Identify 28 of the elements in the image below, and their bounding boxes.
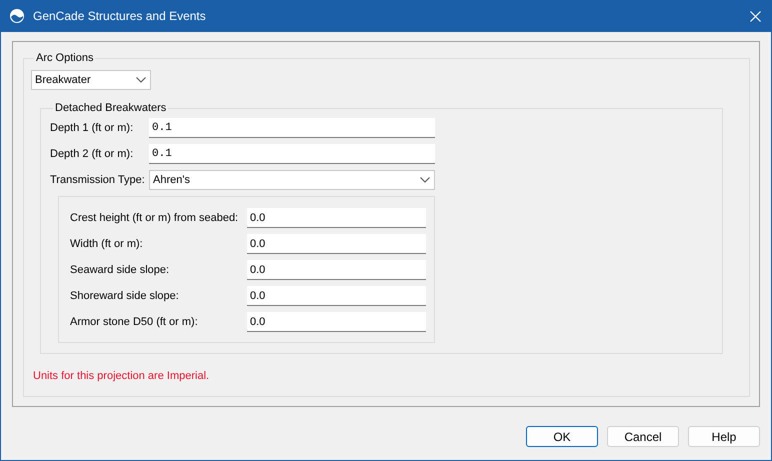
- input-field[interactable]: 0.0: [247, 312, 426, 332]
- input-field[interactable]: 0.0: [247, 260, 426, 280]
- input-field[interactable]: 0.0: [247, 286, 426, 306]
- close-icon[interactable]: [750, 10, 761, 22]
- field-label: Crest height (ft or m) from seabed:: [70, 212, 240, 224]
- field-label: Depth 1 (ft or m):: [50, 122, 134, 134]
- chevron-down-icon: [420, 177, 430, 183]
- input-field[interactable]: 0.1: [149, 144, 435, 164]
- group-title: Detached Breakwaters: [54, 102, 168, 114]
- input-field[interactable]: 0.0: [247, 208, 426, 228]
- field-label: Armor stone D50 (ft or m):: [70, 316, 199, 328]
- field-label: Shoreward side slope:: [70, 290, 180, 302]
- field-label: Width (ft or m):: [70, 238, 144, 250]
- dialog-button[interactable]: Cancel: [607, 426, 679, 447]
- wave-icon: [10, 9, 24, 23]
- arc-type-dropdown[interactable]: Breakwater: [31, 70, 151, 90]
- units-note: Units for this projection are Imperial.: [33, 370, 210, 382]
- window-title: GenCade Structures and Events: [33, 9, 206, 23]
- field-label: Depth 2 (ft or m):: [50, 148, 134, 160]
- input-field[interactable]: 0.0: [247, 234, 426, 254]
- input-field[interactable]: 0.1: [149, 118, 435, 138]
- dialog-button[interactable]: OK: [526, 426, 598, 447]
- group-title: Arc Options: [35, 52, 94, 64]
- field-label: Transmission Type:: [50, 174, 146, 186]
- dialog-button[interactable]: Help: [688, 426, 760, 447]
- chevron-down-icon: [136, 77, 146, 83]
- field-label: Seaward side slope:: [70, 264, 170, 276]
- transmission-type-dropdown[interactable]: Ahren's: [149, 170, 435, 190]
